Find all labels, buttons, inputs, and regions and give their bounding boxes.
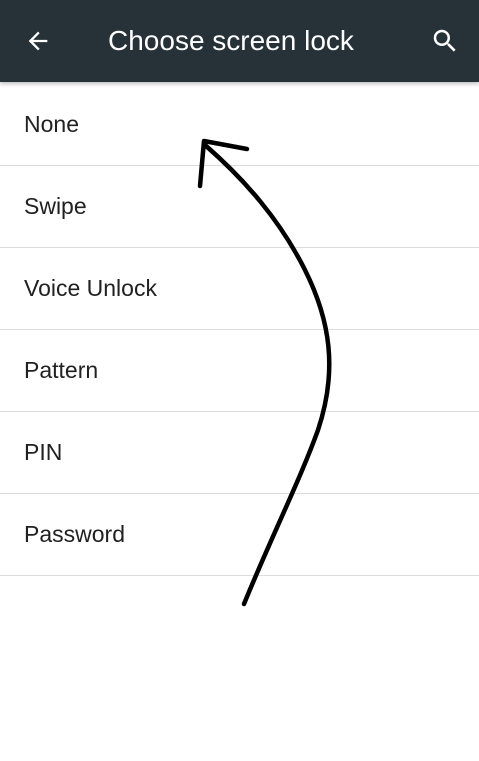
option-label: Password xyxy=(24,521,125,547)
option-label: Voice Unlock xyxy=(24,275,157,301)
option-none[interactable]: None xyxy=(0,84,479,166)
option-label: Swipe xyxy=(24,193,87,219)
option-label: PIN xyxy=(24,439,63,465)
toolbar: Choose screen lock xyxy=(0,0,479,82)
lock-options-list: None Swipe Voice Unlock Pattern PIN Pass… xyxy=(0,84,479,576)
option-swipe[interactable]: Swipe xyxy=(0,166,479,248)
screen-lock-settings: Choose screen lock None Swipe Voice Unlo… xyxy=(0,0,479,761)
page-title: Choose screen lock xyxy=(108,25,354,56)
search-icon xyxy=(433,29,456,52)
option-pin[interactable]: PIN xyxy=(0,412,479,494)
option-voice-unlock[interactable]: Voice Unlock xyxy=(0,248,479,330)
option-password[interactable]: Password xyxy=(0,494,479,576)
option-pattern[interactable]: Pattern xyxy=(0,330,479,412)
option-label: None xyxy=(24,111,79,137)
option-label: Pattern xyxy=(24,357,99,383)
back-button[interactable] xyxy=(14,17,62,65)
arrow-back-icon xyxy=(28,31,48,51)
search-button[interactable] xyxy=(421,17,469,65)
